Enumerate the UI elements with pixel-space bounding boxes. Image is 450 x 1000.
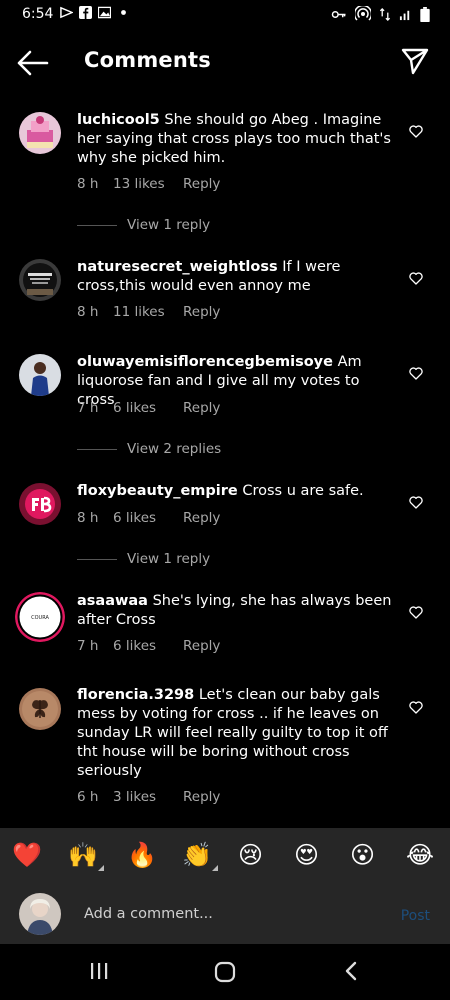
heart-icon[interactable] <box>408 365 424 381</box>
heart-icon[interactable] <box>408 494 424 510</box>
arrow-left-icon[interactable] <box>16 48 50 78</box>
view-replies-button[interactable]: View 2 replies <box>77 441 221 457</box>
comment-time: 6 h <box>77 789 99 805</box>
send-icon[interactable] <box>400 46 430 76</box>
comment-username[interactable]: florencia.3298 <box>77 687 194 703</box>
crying-emoji-button[interactable]: 😢 <box>238 841 263 869</box>
comment-meta: 7 h 6 likes Reply <box>77 400 220 416</box>
battery-icon <box>420 6 430 22</box>
status-time: 6:54 <box>22 6 54 22</box>
heart-eyes-emoji-button[interactable]: 😍 <box>294 841 319 869</box>
laughing-emoji-button[interactable]: 😂 <box>406 841 434 869</box>
comment-time: 7 h <box>77 638 99 654</box>
skin-tone-indicator-icon <box>97 865 104 871</box>
view-replies-button[interactable]: View 1 reply <box>77 551 210 567</box>
comment-time: 8 h <box>77 176 99 192</box>
avatar[interactable] <box>19 112 61 154</box>
surprised-emoji-button[interactable]: 😮 <box>350 841 375 869</box>
comment-text: Cross u are safe. <box>242 483 364 499</box>
comment-username[interactable]: oluwayemisiflorencegbemisoye <box>77 354 333 370</box>
view-replies-label: View 1 reply <box>127 551 211 567</box>
comment-likes[interactable]: 6 likes <box>113 510 183 526</box>
comment-likes[interactable]: 6 likes <box>113 400 183 416</box>
clapping-emoji-button[interactable]: 👏 <box>182 841 218 871</box>
signal-icon <box>399 10 410 20</box>
home-icon[interactable] <box>213 960 237 984</box>
facebook-icon <box>79 6 92 19</box>
comment-username[interactable]: luchicool5 <box>77 112 160 128</box>
system-navigation-bar <box>0 944 450 1000</box>
recent-apps-icon[interactable] <box>88 960 110 982</box>
comment-meta: 7 h 6 likes Reply <box>77 638 220 654</box>
comment-likes[interactable]: 13 likes <box>113 176 183 192</box>
status-bar: 6:54 <box>0 0 450 30</box>
avatar-logo-text: COURA <box>31 615 49 621</box>
divider <box>77 558 117 560</box>
divider <box>77 224 117 226</box>
dot-icon <box>121 10 126 15</box>
comment-meta: 8 h 13 likes Reply <box>77 176 220 192</box>
location-icon <box>60 6 73 19</box>
heart-emoji-button[interactable]: ❤️ <box>12 841 42 869</box>
fire-emoji-button[interactable]: 🔥 <box>127 841 157 869</box>
avatar[interactable] <box>19 688 61 730</box>
reply-button[interactable]: Reply <box>183 638 220 654</box>
key-icon <box>331 10 346 18</box>
view-replies-button[interactable]: View 1 reply <box>77 217 210 233</box>
comment-time: 8 h <box>77 304 99 320</box>
reply-button[interactable]: Reply <box>183 400 220 416</box>
header: Comments <box>0 30 450 94</box>
reply-button[interactable]: Reply <box>183 176 220 192</box>
heart-icon[interactable] <box>408 270 424 286</box>
divider <box>77 448 117 450</box>
avatar[interactable] <box>19 354 61 396</box>
heart-icon[interactable] <box>408 699 424 715</box>
raised-hands-emoji-button[interactable]: 🙌 <box>68 841 104 871</box>
skin-tone-indicator-icon <box>211 865 218 871</box>
comment-time: 7 h <box>77 400 99 416</box>
comment-meta: 8 h 6 likes Reply <box>77 510 220 526</box>
user-avatar <box>19 893 61 935</box>
gallery-icon <box>98 6 111 19</box>
post-button[interactable]: Post <box>401 908 430 924</box>
comment-username[interactable]: naturesecret_weightloss <box>77 259 278 275</box>
comment-likes[interactable]: 3 likes <box>113 789 183 805</box>
comment-input[interactable]: Add a comment... <box>84 906 213 922</box>
comment-username[interactable]: asaawaa <box>77 593 148 609</box>
heart-icon[interactable] <box>408 123 424 139</box>
reply-button[interactable]: Reply <box>183 789 220 805</box>
comment-username[interactable]: floxybeauty_empire <box>77 483 238 499</box>
emoji-reaction-bar: ❤️ 🙌 🔥 👏 😢 😍 😮 😂 <box>0 828 450 888</box>
comment-composer: Add a comment... Post <box>0 888 450 944</box>
avatar[interactable] <box>19 259 61 301</box>
hotspot-icon <box>355 6 371 21</box>
avatar[interactable]: COURA <box>15 592 65 642</box>
comment-likes[interactable]: 6 likes <box>113 638 183 654</box>
comment-meta: 6 h 3 likes Reply <box>77 789 220 805</box>
data-icon <box>379 7 391 21</box>
comment-time: 8 h <box>77 510 99 526</box>
comment-meta: 8 h 11 likes Reply <box>77 304 220 320</box>
page-title: Comments <box>84 48 211 72</box>
view-replies-label: View 2 replies <box>127 441 222 457</box>
heart-icon[interactable] <box>408 604 424 620</box>
view-replies-label: View 1 reply <box>127 217 211 233</box>
avatar[interactable] <box>19 483 61 525</box>
back-nav-icon[interactable] <box>340 960 362 982</box>
reply-button[interactable]: Reply <box>183 510 220 526</box>
comment-likes[interactable]: 11 likes <box>113 304 183 320</box>
reply-button[interactable]: Reply <box>183 304 220 320</box>
